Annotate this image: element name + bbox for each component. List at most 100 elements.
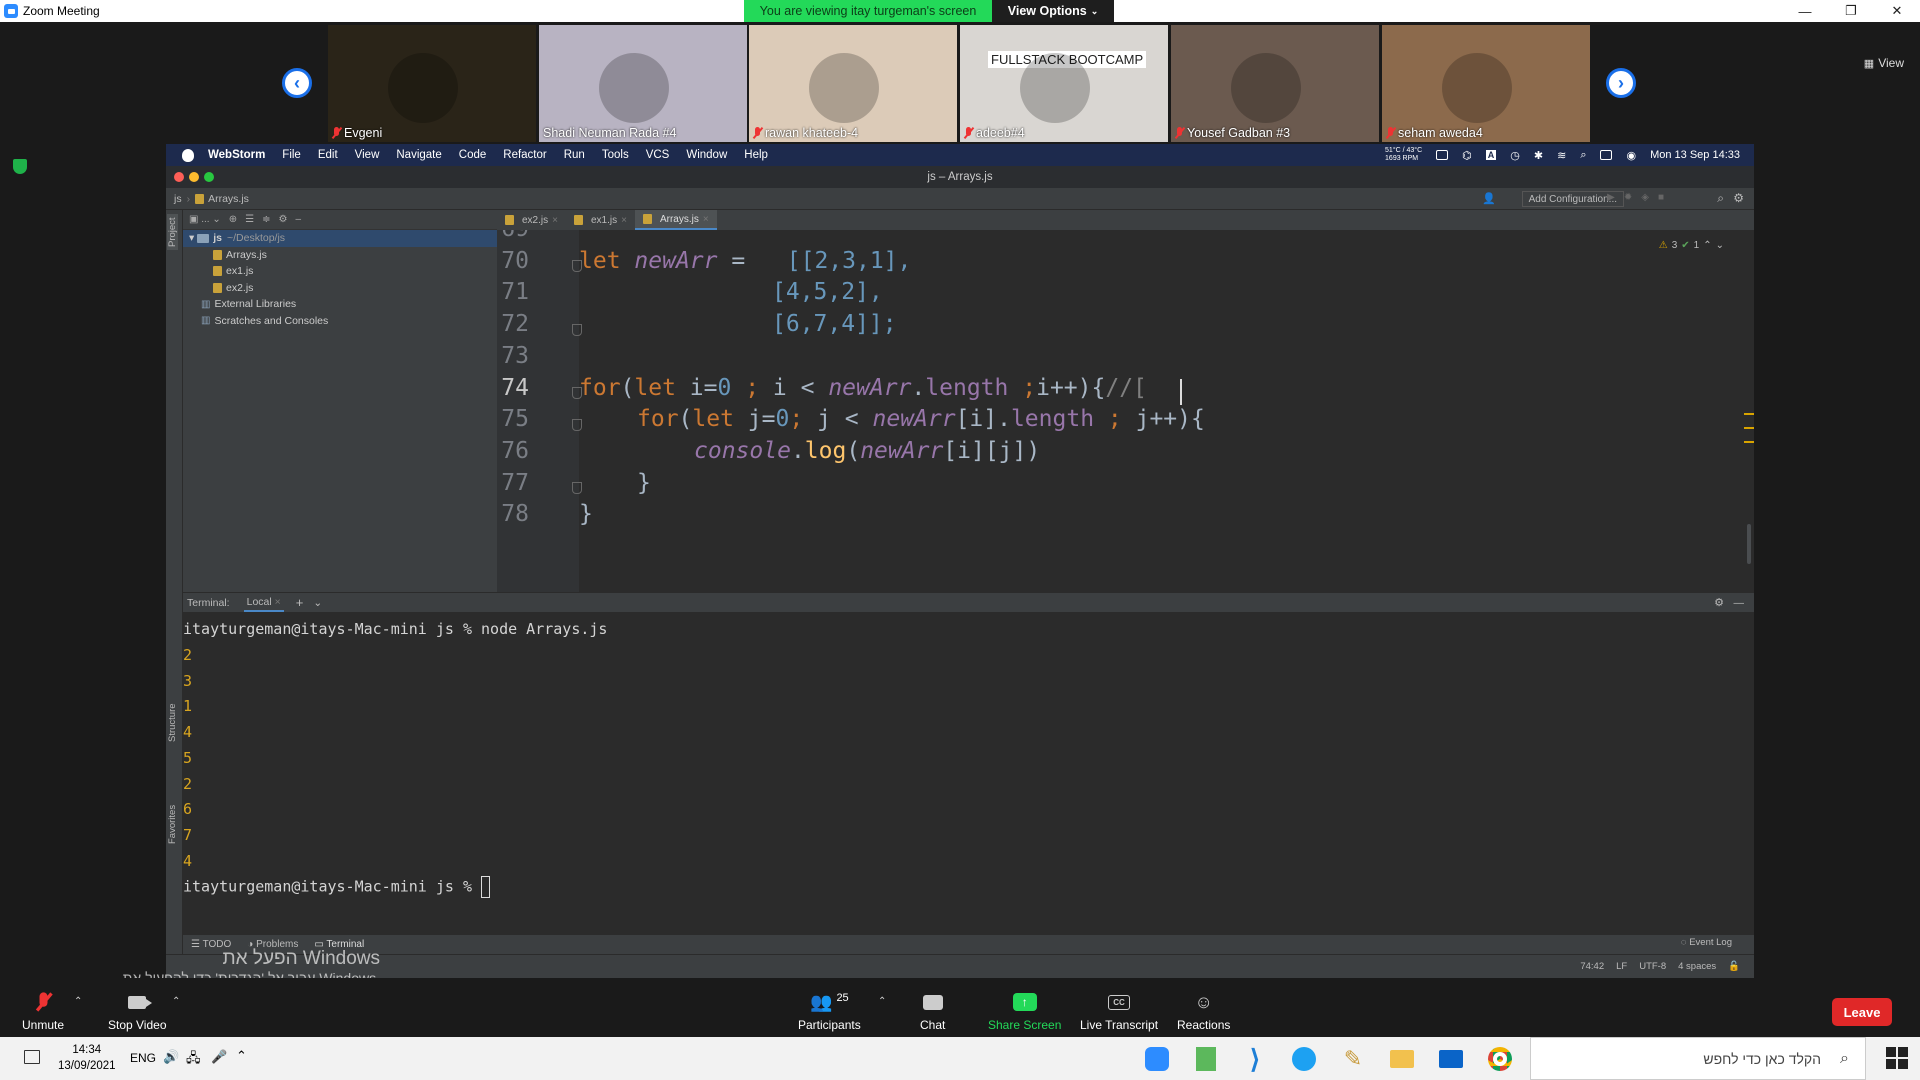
leave-button[interactable]: Leave [1832,998,1892,1026]
line-separator[interactable]: LF [1616,961,1627,972]
run-icon[interactable]: ▶ [1607,192,1615,203]
participant-tile[interactable]: Evgeni [328,25,536,142]
unmute-button[interactable]: Unmute [22,992,64,1032]
siri-icon[interactable]: ◉ [1626,149,1636,162]
mail-taskbar-icon[interactable] [1435,1043,1467,1075]
project-tree-item[interactable]: ex1.js [183,263,497,280]
structure-tool-tab[interactable]: Structure [167,703,178,742]
project-tree-item[interactable]: ▥ External Libraries [183,296,497,313]
restore-button[interactable]: ❐ [1828,0,1874,22]
show-hidden-icons-chevron-icon[interactable]: ⌃ [236,1048,247,1064]
close-tab-icon[interactable]: × [275,596,281,608]
wifi-off-icon[interactable]: ≋ [1557,149,1566,162]
windows-start-icon[interactable] [1886,1047,1908,1069]
audio-options-chevron-icon[interactable]: ⌃ [74,996,82,1007]
apple-icon[interactable] [182,148,194,162]
options-gear-icon[interactable]: ⚙ [278,214,287,225]
mac-menu-item[interactable]: View [355,149,380,161]
tab-ex2-js[interactable]: ex2.js × [497,210,566,230]
chrome-taskbar-icon[interactable] [1484,1043,1516,1075]
time-machine-icon[interactable]: ◷ [1510,149,1520,162]
mac-menu-item[interactable]: Help [744,149,768,161]
project-tree-item[interactable]: ex2.js [183,280,497,297]
new-terminal-icon[interactable]: + [296,595,304,610]
mac-menu-item[interactable]: Code [459,149,487,161]
editor-scrollbar[interactable] [1747,524,1751,564]
terminal-settings-icon[interactable]: ⚙ [1714,596,1724,609]
file-encoding[interactable]: UTF-8 [1639,961,1666,972]
breadcrumb-root[interactable]: js [174,193,182,205]
close-tab-icon[interactable]: × [621,215,627,226]
fold-marker-icon[interactable] [572,482,582,494]
gallery-view-button[interactable]: ▦ View [1864,56,1904,70]
mac-menu-item[interactable]: Edit [318,149,338,161]
notifications-icon[interactable] [24,1050,40,1064]
screen-share-tray-icon[interactable] [1436,150,1449,160]
event-log-button[interactable]: ◌ Event Log [1681,937,1732,948]
user-account-icon[interactable]: 👤 [1482,192,1496,205]
chat-button[interactable]: Chat [920,992,945,1032]
fold-marker-icon[interactable] [572,419,582,431]
tab-Arrays-js[interactable]: Arrays.js × [634,210,717,230]
notepad-taskbar-icon[interactable] [1190,1043,1222,1075]
gallery-next-button[interactable]: › [1606,68,1636,98]
terminal-output[interactable]: itayturgeman@itays-Mac-mini js % node Ar… [183,612,1754,934]
caret-position[interactable]: 74:42 [1580,961,1604,972]
taskbar-clock[interactable]: 14:34 13/09/2021 [58,1042,116,1074]
gallery-prev-button[interactable]: ‹ [282,68,312,98]
participants-chevron-icon[interactable]: ⌃ [878,996,886,1007]
search-everywhere-icon[interactable]: ⌕ [1717,191,1724,206]
mac-menu-item[interactable]: Navigate [396,149,441,161]
language-indicator[interactable]: ENG [130,1051,156,1065]
taskbar-search-box[interactable]: הקלד כאן כדי לחפש ⌕ [1530,1037,1866,1080]
stop-icon[interactable]: ■ [1658,192,1664,203]
mac-menu-item[interactable]: Refactor [503,149,546,161]
hide-panel-icon[interactable]: – [295,214,301,225]
close-button[interactable]: ✕ [1874,0,1920,22]
project-tree-item[interactable]: ▾ js ~/Desktop/js [183,230,497,247]
project-tree-item[interactable]: Arrays.js [183,247,497,264]
network-icon[interactable]: 🖧 [186,1049,201,1071]
fold-marker-icon[interactable] [572,260,582,272]
mac-menu-item[interactable]: Window [686,149,727,161]
video-options-chevron-icon[interactable]: ⌃ [172,996,180,1007]
participant-tile[interactable]: Shadi Neuman Rada #4 [539,25,747,142]
settings-gear-icon[interactable]: ⚙ [1733,191,1744,205]
inspection-widget[interactable]: ⚠ 3 ✔ 1 ⌃ ⌄ [1659,240,1724,251]
favorites-tool-tab[interactable]: Favorites [167,805,178,844]
mac-zoom-button[interactable] [204,172,214,182]
chevron-down-icon[interactable]: ▾ [189,232,197,244]
mac-menu-item[interactable]: VCS [646,149,670,161]
edge-taskbar-icon[interactable] [1288,1043,1320,1075]
participant-tile[interactable]: Yousef Gadban #3 [1171,25,1379,142]
input-source-icon[interactable]: A [1485,150,1497,160]
share-screen-button[interactable]: ↑ Share Screen [988,992,1061,1032]
control-center-icon[interactable] [1600,150,1613,160]
code-editor[interactable]: 69 70 71 72 73 74 75 76 77 78 let newArr = [[2,3,… [497,230,1754,592]
minimize-button[interactable]: — [1782,0,1828,22]
breadcrumb-file[interactable]: Arrays.js [208,193,249,205]
expand-all-icon[interactable]: ☰ [245,214,254,225]
vscode-taskbar-icon[interactable]: ⟩ [1239,1043,1271,1075]
debug-icon[interactable]: ✹ [1624,192,1632,203]
participant-tile[interactable]: rawan khateeb-4 [749,25,957,142]
indent-setting[interactable]: 4 spaces [1678,961,1716,972]
paint-taskbar-icon[interactable]: ✎ [1337,1043,1369,1075]
tab-ex1-js[interactable]: ex1.js × [566,210,635,230]
close-tab-icon[interactable]: × [703,214,709,225]
mac-menu-item[interactable]: Tools [602,149,629,161]
volume-icon[interactable]: 🔊 [163,1049,179,1065]
mac-menu-item[interactable]: WebStorm [208,149,265,161]
mac-close-button[interactable] [174,172,184,182]
stop-video-button[interactable]: Stop Video [108,992,167,1032]
collapse-all-icon[interactable]: ≑ [262,214,270,225]
terminal-tab-local[interactable]: Local × [243,594,284,612]
coverage-icon[interactable]: ◈ [1641,192,1649,203]
participant-tile[interactable]: FULLSTACK BOOTCAMP adeeb#4 [960,25,1168,142]
file-explorer-taskbar-icon[interactable] [1386,1043,1418,1075]
hide-terminal-icon[interactable]: — [1734,597,1745,609]
microphone-tray-icon[interactable]: 🎤 [211,1049,227,1065]
mac-menu-item[interactable]: File [282,149,301,161]
fold-marker-icon[interactable] [572,387,582,399]
lock-icon[interactable]: 🔓 [1728,961,1740,972]
